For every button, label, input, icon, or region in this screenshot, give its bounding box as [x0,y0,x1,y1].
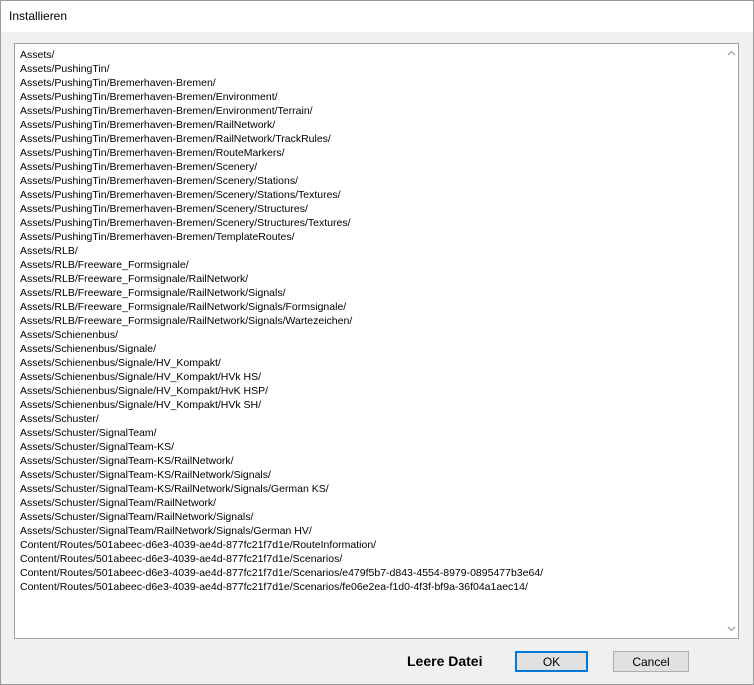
vertical-scrollbar[interactable] [724,44,738,638]
list-item[interactable]: Assets/PushingTin/ [20,62,543,76]
list-item[interactable]: Assets/RLB/Freeware_Formsignale/RailNetw… [20,314,543,328]
list-item[interactable]: Assets/Schuster/SignalTeam/RailNetwork/ [20,496,543,510]
list-item[interactable]: Assets/Schuster/SignalTeam/ [20,426,543,440]
list-item[interactable]: Assets/Schuster/SignalTeam-KS/RailNetwor… [20,454,543,468]
list-item[interactable]: Assets/PushingTin/Bremerhaven-Bremen/Env… [20,90,543,104]
list-item[interactable]: Assets/Schienenbus/Signale/HV_Kompakt/HV… [20,398,543,412]
list-item[interactable]: Assets/Schuster/SignalTeam-KS/RailNetwor… [20,482,543,496]
chevron-up-icon[interactable] [724,46,738,60]
install-dialog: Installieren Assets/Assets/PushingTin/As… [0,0,754,685]
list-item[interactable]: Assets/PushingTin/Bremerhaven-Bremen/Sce… [20,160,543,174]
list-item[interactable]: Content/Routes/501abeec-d6e3-4039-ae4d-8… [20,580,543,594]
chevron-down-icon[interactable] [724,622,738,636]
list-item[interactable]: Assets/PushingTin/Bremerhaven-Bremen/Tem… [20,230,543,244]
list-item[interactable]: Assets/PushingTin/Bremerhaven-Bremen/Sce… [20,216,543,230]
list-item[interactable]: Assets/PushingTin/Bremerhaven-Bremen/Rai… [20,118,543,132]
list-item[interactable]: Content/Routes/501abeec-d6e3-4039-ae4d-8… [20,552,543,566]
list-item[interactable]: Assets/ [20,48,543,62]
list-item[interactable]: Assets/Schuster/ [20,412,543,426]
list-item[interactable]: Content/Routes/501abeec-d6e3-4039-ae4d-8… [20,566,543,580]
list-item[interactable]: Assets/RLB/Freeware_Formsignale/RailNetw… [20,286,543,300]
list-item[interactable]: Assets/RLB/ [20,244,543,258]
list-item[interactable]: Assets/Schuster/SignalTeam/RailNetwork/S… [20,524,543,538]
file-list[interactable]: Assets/Assets/PushingTin/Assets/PushingT… [14,43,739,639]
ok-button[interactable]: OK [515,651,588,672]
list-item[interactable]: Assets/Schienenbus/Signale/ [20,342,543,356]
list-item[interactable]: Assets/Schuster/SignalTeam-KS/ [20,440,543,454]
list-item[interactable]: Assets/Schienenbus/Signale/HV_Kompakt/ [20,356,543,370]
list-item[interactable]: Assets/PushingTin/Bremerhaven-Bremen/Sce… [20,174,543,188]
list-item[interactable]: Content/Routes/501abeec-d6e3-4039-ae4d-8… [20,538,543,552]
list-item[interactable]: Assets/Schuster/SignalTeam/RailNetwork/S… [20,510,543,524]
list-item[interactable]: Assets/RLB/Freeware_Formsignale/ [20,258,543,272]
list-item[interactable]: Assets/PushingTin/Bremerhaven-Bremen/Env… [20,104,543,118]
list-item[interactable]: Assets/Schuster/SignalTeam-KS/RailNetwor… [20,468,543,482]
status-text: Leere Datei [407,653,483,669]
list-item[interactable]: Assets/PushingTin/Bremerhaven-Bremen/Sce… [20,188,543,202]
dialog-title: Installieren [9,9,68,23]
title-bar: Installieren [1,1,753,32]
list-item[interactable]: Assets/Schienenbus/ [20,328,543,342]
list-item[interactable]: Assets/RLB/Freeware_Formsignale/RailNetw… [20,300,543,314]
list-item[interactable]: Assets/Schienenbus/Signale/HV_Kompakt/HV… [20,370,543,384]
file-list-items: Assets/Assets/PushingTin/Assets/PushingT… [20,48,543,594]
list-item[interactable]: Assets/PushingTin/Bremerhaven-Bremen/Sce… [20,202,543,216]
list-item[interactable]: Assets/PushingTin/Bremerhaven-Bremen/ [20,76,543,90]
list-item[interactable]: Assets/PushingTin/Bremerhaven-Bremen/Rai… [20,132,543,146]
list-item[interactable]: Assets/PushingTin/Bremerhaven-Bremen/Rou… [20,146,543,160]
cancel-button[interactable]: Cancel [613,651,689,672]
list-item[interactable]: Assets/Schienenbus/Signale/HV_Kompakt/Hv… [20,384,543,398]
list-item[interactable]: Assets/RLB/Freeware_Formsignale/RailNetw… [20,272,543,286]
